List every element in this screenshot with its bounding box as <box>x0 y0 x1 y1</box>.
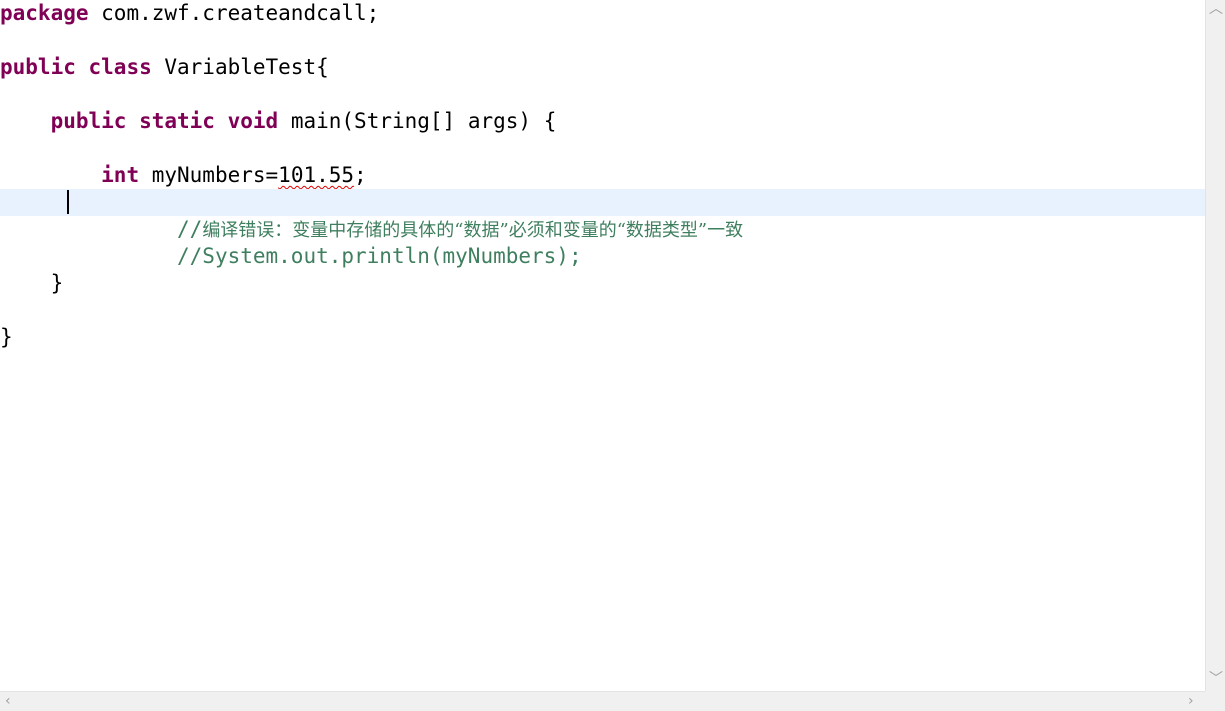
code-line-package: package com.zwf.createandcall; <box>0 0 1205 27</box>
class-name: VariableTest{ <box>151 55 329 79</box>
text-cursor <box>67 190 69 214</box>
keyword-public: public <box>50 109 127 133</box>
chevron-up-icon[interactable]: ︿ <box>1209 2 1223 16</box>
code-line-println-comment: //System.out.println(myNumbers); <box>0 243 1205 270</box>
code-line-variable-declaration: int myNumbers=101.55; <box>0 162 1205 189</box>
comment-slashes: // <box>177 217 203 241</box>
statement-terminator: ; <box>354 163 367 187</box>
code-line-chinese-comment: //编译错误：变量中存储的具体的“数据”必须和变量的“数据类型”一致 <box>0 216 1205 243</box>
compile-error-comment: 编译错误：变量中存储的具体的“数据”必须和变量的“数据类型”一致 <box>202 220 744 241</box>
keyword-class: class <box>88 55 152 79</box>
chevron-left-icon[interactable]: ‹ <box>5 694 11 708</box>
keyword-public: public <box>0 55 76 79</box>
horizontal-scrollbar[interactable]: ‹ › <box>0 691 1205 711</box>
package-name: com.zwf.createandcall; <box>88 1 380 25</box>
chevron-right-icon[interactable]: › <box>1188 694 1194 708</box>
chevron-down-icon[interactable]: ﹀ <box>1209 672 1223 686</box>
commented-println: //System.out.println(myNumbers); <box>177 244 582 268</box>
keyword-package: package <box>0 1 89 25</box>
keyword-int: int <box>101 163 140 187</box>
keyword-void: void <box>227 109 279 133</box>
class-closing-brace: } <box>0 325 13 349</box>
scrollbar-corner <box>1205 691 1225 711</box>
code-line-class-declaration: public class VariableTest{ <box>0 54 1205 81</box>
code-line-method-close: } <box>0 270 1205 297</box>
method-signature: main(String[] args) { <box>278 109 557 133</box>
error-underlined-value[interactable]: 101.55 <box>278 163 354 187</box>
vertical-scrollbar[interactable]: ︿ ﹀ <box>1205 0 1225 691</box>
method-closing-brace: } <box>0 271 64 295</box>
current-line-highlight[interactable] <box>0 189 1205 216</box>
code-editor[interactable]: package com.zwf.createandcall; public cl… <box>0 0 1205 691</box>
keyword-static: static <box>139 109 215 133</box>
variable-assignment: myNumbers= <box>139 163 279 187</box>
code-line-main-method: public static void main(String[] args) { <box>0 108 1205 135</box>
code-line-class-close: } <box>0 324 1205 351</box>
